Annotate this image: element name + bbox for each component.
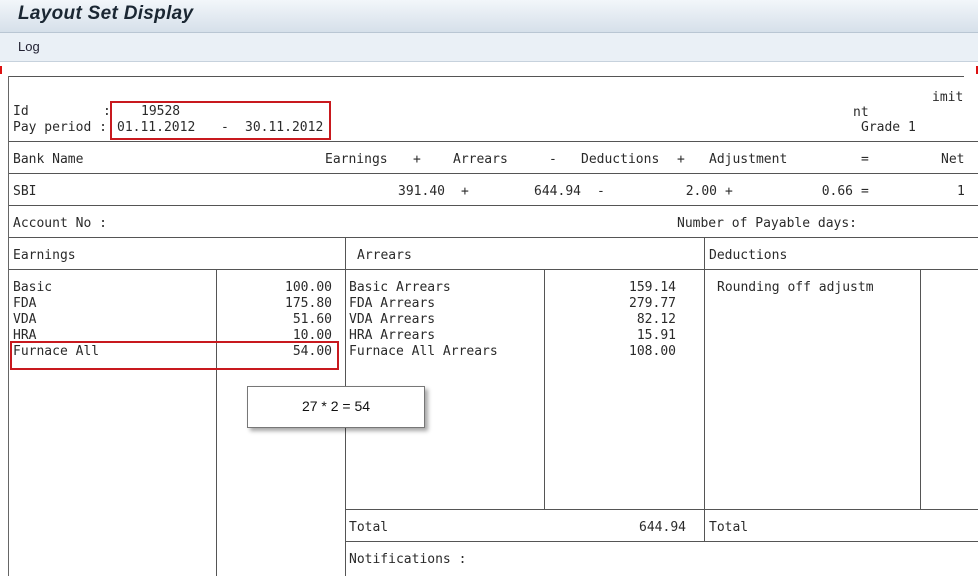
title-bar: Layout Set Display [0,0,978,33]
highlight-pay-period [110,101,331,140]
plus-sign: + [461,184,469,199]
employee-grade: Grade 1 [861,120,916,135]
deductions-header: Deductions [581,152,660,167]
calculation-callout: 27 * 2 = 54 [247,386,425,428]
divider [345,509,978,510]
header-fragment-right: imit [932,90,964,105]
arrears-section-title: Arrears [357,248,412,263]
bank-name-header: Bank Name [13,152,84,167]
net-value: 1 [957,184,965,199]
plus-sign: + [677,152,685,167]
divider [9,269,978,270]
earning-amount: 175.80 [285,296,332,311]
divider [9,205,978,206]
arrear-amount: 82.12 [636,312,676,327]
divider [9,237,978,238]
equals-sign: = [861,152,869,167]
deductions-section-title: Deductions [709,248,788,263]
arrears-header: Arrears [453,152,508,167]
payable-days-label: Number of Payable days: [677,216,858,231]
divider [9,141,978,142]
margin-marker-left [0,66,2,74]
menu-bar: Log [0,33,978,62]
arrear-amount: 108.00 [629,344,676,359]
column-divider [704,237,705,541]
column-divider [216,269,217,576]
window-title: Layout Set Display [18,3,194,24]
arrear-amount: 159.14 [629,280,676,295]
earnings-section-title: Earnings [13,248,76,263]
divider [345,541,978,542]
column-divider [544,269,545,509]
arrear-name: VDA Arrears [349,312,436,327]
adjustment-value: 0.66 [821,184,853,199]
arrears-total-value: 644.94 [639,520,686,535]
menu-log[interactable]: Log [18,39,40,54]
arrears-total-label: Total [349,520,389,535]
plus-sign: + [413,152,421,167]
account-number-label: Account No : [13,216,107,231]
earning-name: FDA [13,296,37,311]
deductions-total-label: Total [709,520,749,535]
earning-amount: 51.60 [292,312,332,327]
pay-period-label: Pay period : [13,120,107,135]
arrear-name: FDA Arrears [349,296,436,311]
deductions-value: 2.00 [685,184,717,199]
arrear-name: Furnace All Arrears [349,344,498,359]
redaction-mask [330,100,850,136]
payslip-form [8,76,978,576]
earning-name: VDA [13,312,37,327]
earning-amount: 100.00 [285,280,332,295]
highlight-furnace-allowance [10,341,339,370]
minus-sign: - [597,184,605,199]
arrear-name: HRA Arrears [349,328,436,343]
bank-name-value: SBI [13,184,37,199]
plus-sign: + [725,184,733,199]
earning-name: Basic [13,280,53,295]
minus-sign: - [549,152,557,167]
divider [9,173,978,174]
equals-sign: = [861,184,869,199]
column-divider [920,269,921,509]
arrears-value: 644.94 [534,184,581,199]
employee-id-label: Id [13,104,29,119]
arrear-amount: 15.91 [636,328,676,343]
earnings-header: Earnings [325,152,388,167]
net-header: Net [941,152,965,167]
calculation-text: 27 * 2 = 54 [301,398,371,414]
deduction-name: Rounding off adjustm [717,280,874,295]
arrear-name: Basic Arrears [349,280,451,295]
arrear-amount: 279.77 [629,296,676,311]
earnings-value: 391.40 [398,184,445,199]
divider [9,76,964,77]
header-fragment-right: nt [853,105,869,120]
adjustment-header: Adjustment [709,152,788,167]
notifications-label: Notifications : [349,552,467,567]
